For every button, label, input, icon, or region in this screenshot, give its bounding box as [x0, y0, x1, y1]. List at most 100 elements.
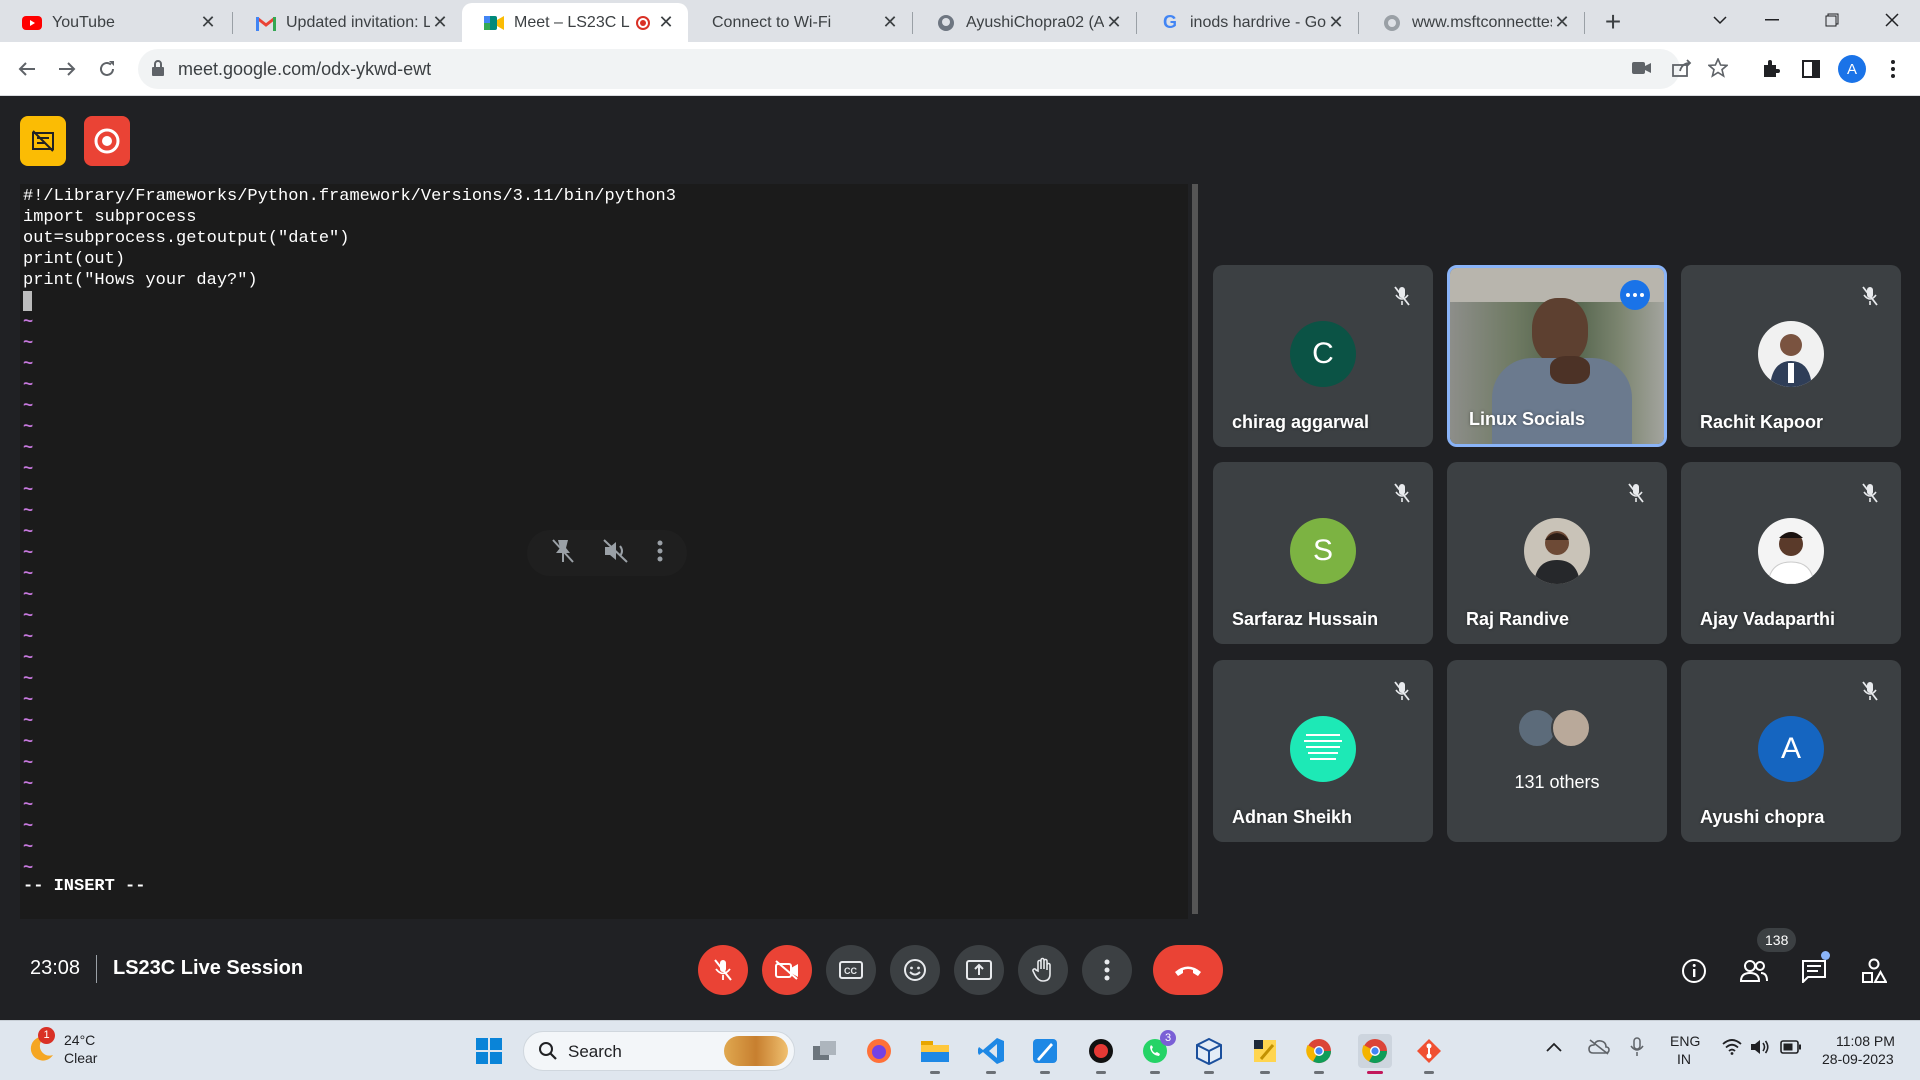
new-tab-button[interactable]: + [1598, 6, 1628, 38]
more-options-icon[interactable] [657, 540, 663, 567]
tab-github[interactable]: AyushiChopra02 (Ayu ✕ [914, 3, 1136, 42]
others-tile[interactable]: 131 others [1447, 660, 1667, 842]
avatar-quote-image [1290, 716, 1356, 782]
participant-tile[interactable]: Raj Randive [1447, 462, 1667, 644]
extensions-puzzle-icon[interactable] [1756, 54, 1786, 84]
restore-icon[interactable] [1812, 4, 1852, 36]
participant-name: Sarfaraz Hussain [1232, 609, 1379, 629]
mic-off-button[interactable] [698, 945, 748, 995]
language-indicator-top[interactable]: ENG [1670, 1033, 1700, 1049]
chrome-active-icon[interactable] [1358, 1034, 1392, 1074]
profile-avatar[interactable]: A [1838, 55, 1866, 83]
weather-condition: Clear [64, 1050, 98, 1066]
others-count: 131 others [1514, 772, 1600, 792]
participant-tile[interactable]: Ajay Vadaparthi [1681, 462, 1901, 644]
participant-tile[interactable]: A Ayushi chopra [1681, 660, 1901, 842]
emoji-reaction-button[interactable] [890, 945, 940, 995]
reload-icon[interactable] [92, 54, 122, 84]
tab-connect-wifi[interactable]: Connect to Wi-Fi ✕ [690, 3, 912, 42]
chat-unread-dot [1821, 951, 1830, 960]
whatsapp-icon[interactable]: 3 [1138, 1030, 1176, 1074]
close-tab-icon[interactable]: ✕ [1326, 12, 1346, 33]
recording-icon[interactable] [84, 116, 130, 166]
battery-icon[interactable] [1780, 1040, 1802, 1057]
url-text[interactable]: meet.google.com/odx-ykwd-ewt [178, 59, 431, 80]
bookmark-star-icon[interactable] [1706, 56, 1730, 83]
windows-start-icon[interactable] [472, 1034, 506, 1068]
task-view-icon[interactable] [808, 1034, 842, 1068]
system-clock-date[interactable]: 28-09-2023 [1822, 1051, 1894, 1067]
windows-taskbar: 1 24°C Clear Search 3 ENG IN 11:08 PM 28… [0, 1020, 1920, 1080]
camera-off-button[interactable] [762, 945, 812, 995]
file-explorer-icon[interactable] [918, 1034, 952, 1074]
people-icon[interactable] [1734, 951, 1774, 991]
share-icon[interactable] [1672, 59, 1692, 82]
activities-icon[interactable] [20, 116, 66, 166]
participant-tile[interactable]: Adnan Sheikh [1213, 660, 1433, 842]
tab-search-chevron-icon[interactable] [1700, 4, 1740, 36]
meeting-details-info-icon[interactable] [1674, 951, 1714, 991]
minimize-icon[interactable] [1752, 4, 1792, 36]
screen-recorder-icon[interactable] [1084, 1034, 1118, 1074]
sticky-notes-icon[interactable] [1248, 1034, 1282, 1074]
back-icon[interactable] [12, 54, 42, 84]
vscode-icon[interactable] [974, 1034, 1008, 1074]
whatsapp-unread-badge: 3 [1160, 1030, 1176, 1046]
wifi-icon[interactable] [1722, 1039, 1742, 1058]
close-tab-icon[interactable]: ✕ [198, 12, 218, 33]
volume-icon[interactable] [1750, 1039, 1770, 1058]
paint-app-icon[interactable] [1028, 1034, 1062, 1074]
captions-button[interactable]: CC [826, 945, 876, 995]
close-tab-icon[interactable]: ✕ [430, 12, 450, 33]
git-gui-icon[interactable] [1412, 1034, 1446, 1074]
close-tab-icon[interactable]: ✕ [656, 12, 676, 33]
side-panel-icon[interactable] [1796, 54, 1826, 84]
tab-youtube[interactable]: YouTube ✕ [0, 3, 230, 42]
meeting-controls-bar: 23:08 LS23C Live Session CC 138 [0, 925, 1920, 1020]
leave-call-button[interactable] [1153, 945, 1223, 995]
language-indicator-bottom[interactable]: IN [1677, 1051, 1691, 1067]
present-screen-button[interactable] [954, 945, 1004, 995]
participant-tile[interactable]: C chirag aggarwal [1213, 265, 1433, 447]
tab-msftconnecttest[interactable]: www.msftconnecttes ✕ [1360, 3, 1584, 42]
more-options-button[interactable] [1082, 945, 1132, 995]
microphone-in-use-icon[interactable] [1630, 1037, 1644, 1060]
browser-menu-icon[interactable] [1878, 54, 1908, 84]
firefox-icon[interactable] [862, 1034, 896, 1068]
text-cursor [23, 291, 32, 311]
mute-presentation-audio-icon[interactable] [603, 538, 629, 568]
close-tab-icon[interactable]: ✕ [1104, 12, 1124, 33]
show-hidden-icons-chevron-icon[interactable] [1546, 1039, 1562, 1055]
participant-tile-speaking[interactable]: Linux Socials [1447, 265, 1667, 447]
scrollbar[interactable] [1192, 184, 1198, 914]
system-clock-time[interactable]: 11:08 PM [1836, 1033, 1895, 1049]
weather-widget[interactable]: 1 24°C Clear [24, 1027, 144, 1073]
forward-icon[interactable] [52, 54, 82, 84]
participant-tile[interactable]: Rachit Kapoor [1681, 265, 1901, 447]
onedrive-offline-icon[interactable] [1588, 1039, 1610, 1058]
tab-separator [1358, 12, 1359, 34]
participant-name: Linux Socials [1469, 409, 1586, 429]
virtualbox-icon[interactable] [1192, 1034, 1226, 1074]
chat-icon[interactable] [1794, 951, 1834, 991]
camera-in-use-icon[interactable] [1632, 59, 1652, 82]
close-window-icon[interactable] [1872, 4, 1912, 36]
github-icon [936, 13, 956, 33]
google-icon: G [1162, 12, 1177, 32]
tab-separator [1584, 12, 1585, 34]
tab-google-search[interactable]: G inods hardrive - Goo ✕ [1138, 3, 1358, 42]
tab-gmail[interactable]: Updated invitation: L ✕ [234, 3, 462, 42]
lock-icon[interactable] [152, 60, 164, 81]
participant-tile[interactable]: S Sarfaraz Hussain [1213, 462, 1433, 644]
address-bar[interactable]: meet.google.com/odx-ykwd-ewt [138, 49, 1730, 89]
avatar-photo [1758, 518, 1824, 584]
close-tab-icon[interactable]: ✕ [880, 12, 900, 33]
unpin-icon[interactable] [551, 538, 575, 569]
activities-shapes-icon[interactable] [1854, 951, 1894, 991]
tab-separator [232, 12, 233, 34]
raise-hand-button[interactable] [1018, 945, 1068, 995]
close-tab-icon[interactable]: ✕ [1552, 12, 1572, 33]
tab-meet[interactable]: Meet – LS23C Liv ✕ [462, 3, 688, 42]
chrome-profile-icon[interactable] [1302, 1034, 1336, 1074]
taskbar-search-box[interactable]: Search [523, 1031, 795, 1071]
